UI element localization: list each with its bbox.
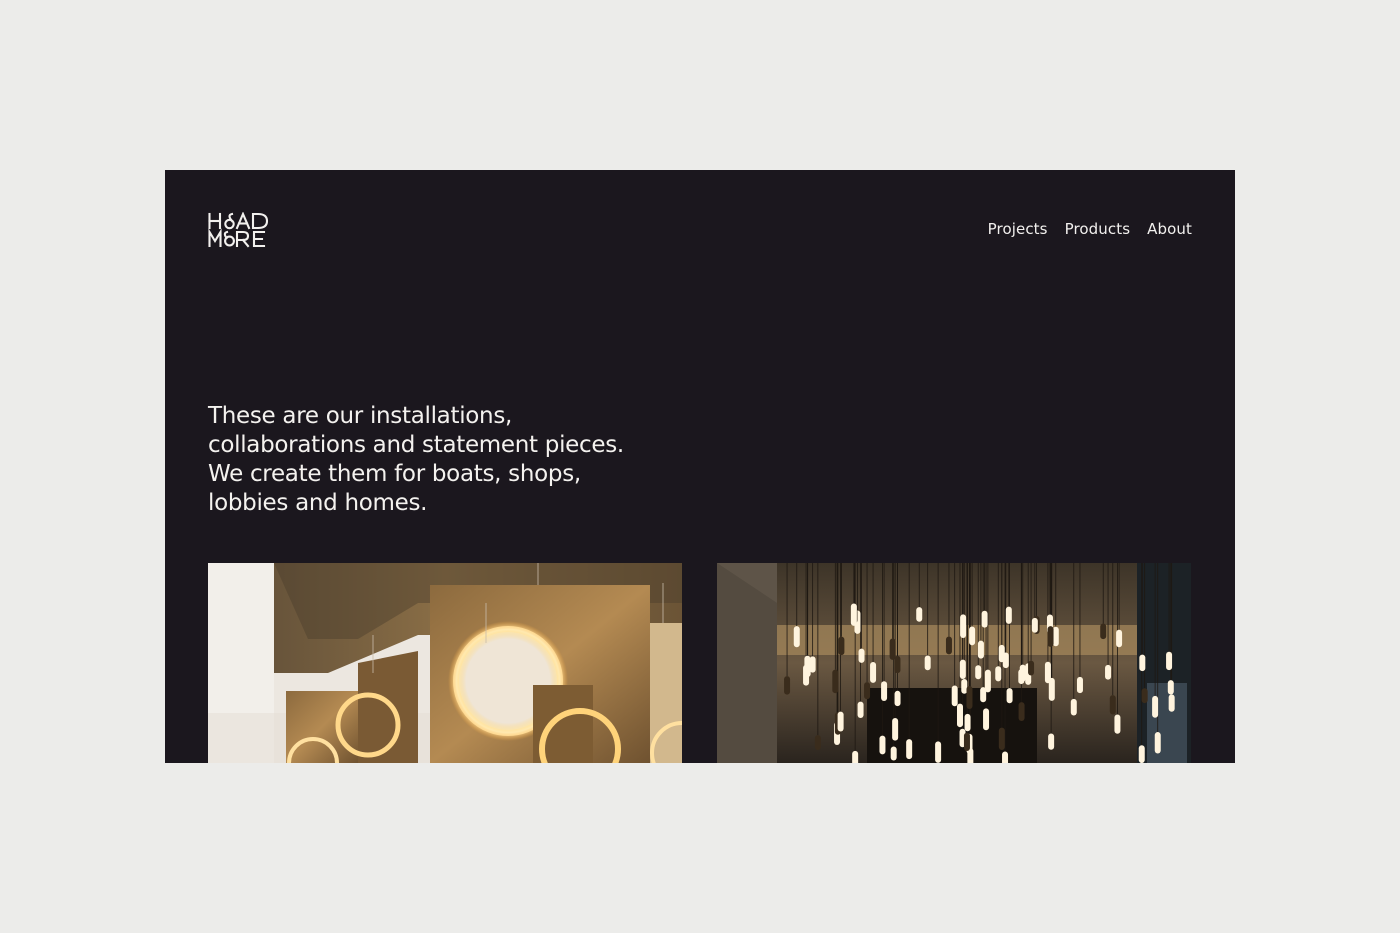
nav-about-link[interactable]: About bbox=[1147, 220, 1192, 239]
project-image-pendants bbox=[717, 563, 1191, 763]
website-mockup: Projects Products About These are our in… bbox=[165, 170, 1235, 763]
project-card-pendants[interactable] bbox=[717, 563, 1191, 763]
brand-logo[interactable] bbox=[208, 212, 272, 248]
main-nav: Projects Products About bbox=[988, 220, 1192, 239]
nav-products-link[interactable]: Products bbox=[1065, 220, 1131, 239]
logo-mark bbox=[208, 212, 269, 248]
intro-line: lobbies and homes. bbox=[208, 490, 428, 516]
intro-line: We create them for boats, shops, bbox=[208, 461, 581, 487]
project-image-rings bbox=[208, 563, 682, 763]
project-card-rings[interactable] bbox=[208, 563, 682, 763]
intro-text: These are our installations, collaborati… bbox=[208, 402, 678, 518]
intro-line: collaborations and statement pieces. bbox=[208, 432, 624, 458]
nav-projects-link[interactable]: Projects bbox=[988, 220, 1048, 239]
intro-line: These are our installations, bbox=[208, 403, 513, 429]
